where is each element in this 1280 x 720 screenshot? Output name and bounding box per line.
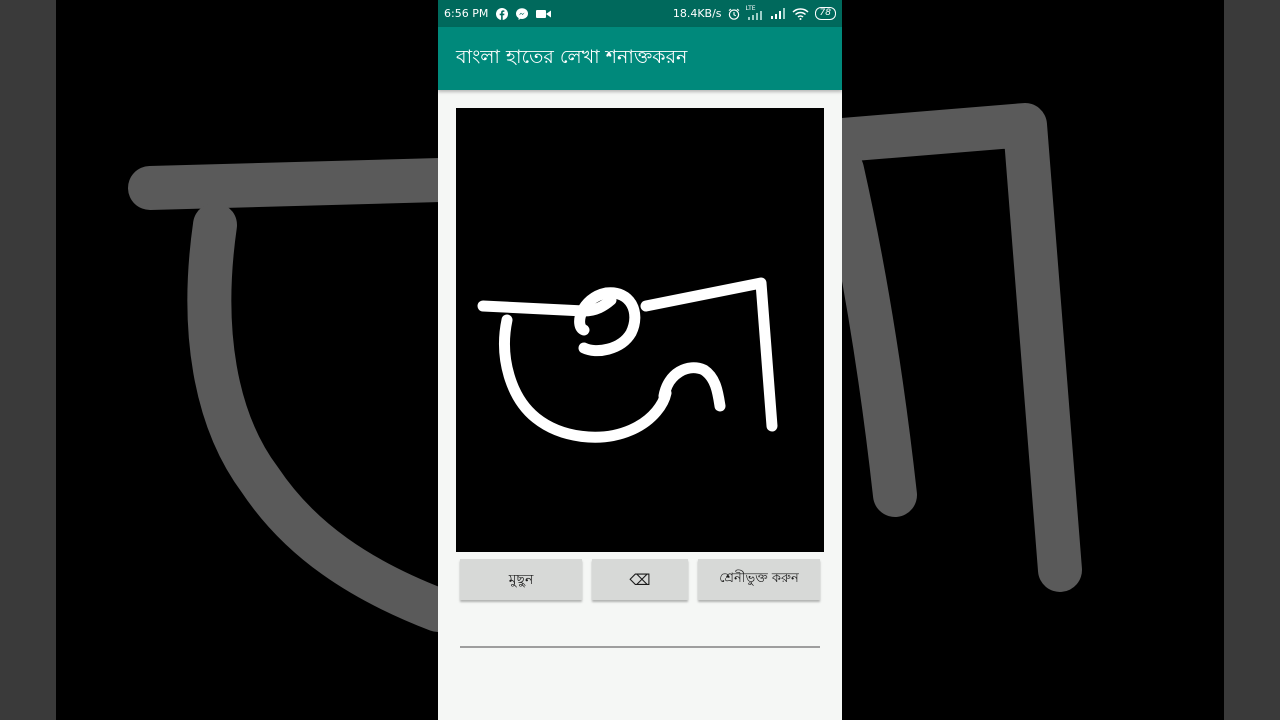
wifi-icon	[792, 7, 809, 20]
messenger-icon	[516, 7, 529, 20]
status-time: 6:56 PM	[444, 7, 489, 20]
classify-button[interactable]: শ্রেনীভুক্ত করুন	[698, 559, 820, 600]
clear-button[interactable]: মুছুন	[460, 559, 582, 600]
app-bar: বাংলা হাতের লেখা শনাক্তকরন	[438, 27, 842, 90]
alarm-icon	[728, 8, 739, 20]
backspace-button[interactable]: ⌫	[592, 559, 688, 600]
battery-indicator: 78	[814, 7, 836, 20]
drawing-canvas[interactable]	[456, 108, 824, 552]
status-bar: 6:56 PM 18.4KB/s LTE 78	[438, 0, 842, 27]
phone-screen: 6:56 PM 18.4KB/s LTE 78 বাংলা হাতের লেখা…	[438, 0, 842, 720]
app-title: বাংলা হাতের লেখা শনাক্তকরন	[456, 45, 688, 68]
facebook-icon	[496, 7, 509, 20]
network-speed: 18.4KB/s	[672, 7, 722, 20]
signal-icon	[770, 8, 785, 19]
video-frame: 6:56 PM 18.4KB/s LTE 78 বাংলা হাতের লেখা…	[0, 0, 1280, 720]
video-icon	[536, 9, 552, 18]
result-field[interactable]	[460, 610, 820, 648]
lte-signal-icon: LTE	[746, 5, 764, 20]
